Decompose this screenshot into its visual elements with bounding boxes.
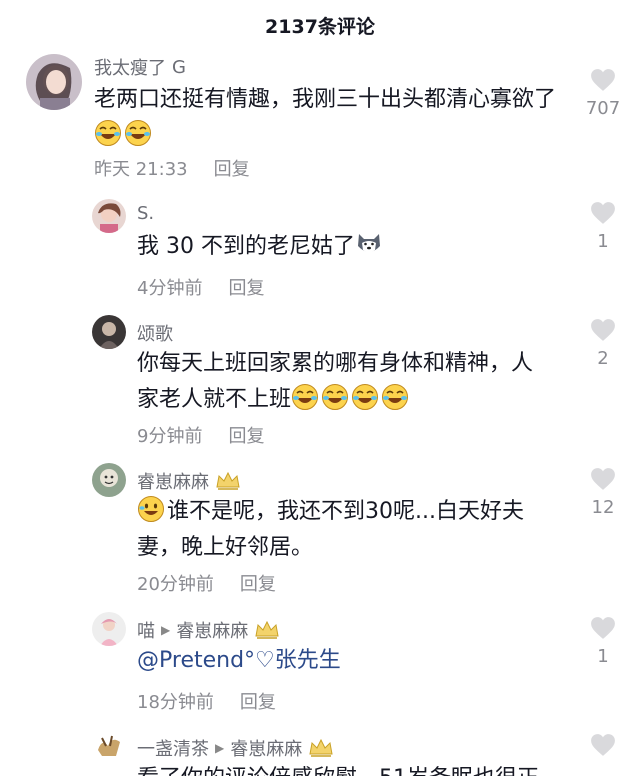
comment-author[interactable]: 睿崽麻麻	[137, 468, 241, 494]
like-button[interactable]: 2	[581, 318, 625, 369]
like-count: 1	[597, 646, 609, 667]
reply-button[interactable]: 回复	[214, 159, 250, 180]
reply-arrow-icon: ▶	[161, 623, 171, 637]
comment-text: 我 30 不到的老尼姑了	[137, 229, 557, 265]
comment-text: 你每天上班回家累的哪有身体和精神，人 家老人就不上班	[137, 351, 534, 412]
laugh-emoji-icon	[94, 119, 122, 147]
heart-icon[interactable]	[590, 616, 616, 640]
comment-meta: 9分钟前 回复	[137, 422, 264, 448]
crown-badge-icon	[308, 738, 334, 758]
like-count: 707	[585, 98, 621, 119]
comment-author[interactable]: S.	[137, 203, 154, 224]
comment-meta: 18分钟前 回复	[137, 688, 276, 714]
like-count: 2	[597, 348, 609, 369]
reply-arrow-icon: ▶	[215, 741, 225, 755]
laugh-emoji-icon	[321, 383, 349, 411]
laugh-emoji-icon	[381, 383, 409, 411]
like-button[interactable]: 1	[581, 616, 625, 667]
heart-icon[interactable]	[590, 201, 616, 225]
comment-author[interactable]: 一盏清茶 ▶ 睿崽麻麻	[137, 735, 334, 761]
like-count: 12	[591, 497, 615, 518]
author-tag: G	[172, 56, 186, 78]
reply-button[interactable]: 回复	[228, 426, 264, 447]
laugh-emoji-icon	[124, 119, 152, 147]
author-name[interactable]: S.	[137, 203, 154, 224]
author-name[interactable]: 喵	[137, 617, 155, 643]
reply-button[interactable]: 回复	[228, 278, 264, 299]
comment-meta: 20分钟前 回复	[137, 570, 276, 596]
comment-text: 谁不是呢，我还不到30呢...白天好夫 妻，晚上好邻居。	[137, 494, 577, 566]
heart-icon[interactable]	[590, 318, 616, 342]
comment-author[interactable]: 颂歌	[137, 320, 173, 346]
reply-button[interactable]: 回复	[240, 574, 276, 595]
avatar[interactable]	[92, 315, 126, 349]
laugh-emoji-icon	[291, 383, 319, 411]
comment-count-title: 2137条评论	[265, 15, 375, 38]
comment-author[interactable]: 喵 ▶ 睿崽麻麻	[137, 617, 280, 643]
avatar[interactable]	[92, 612, 126, 646]
reply-to-name[interactable]: 睿崽麻麻	[230, 735, 302, 761]
comment-text: @Pretend°♡张先生	[137, 643, 557, 679]
comment-meta: 4分钟前 回复	[137, 274, 264, 300]
like-button[interactable]: 1	[581, 201, 625, 252]
like-button[interactable]: 707	[581, 68, 625, 119]
mention-link[interactable]: @Pretend°♡张先生	[137, 648, 341, 673]
author-name[interactable]: 一盏清茶	[137, 735, 209, 761]
comment-time: 昨天 21:33	[94, 159, 188, 180]
reply-button[interactable]: 回复	[240, 692, 276, 713]
heart-icon[interactable]	[590, 467, 616, 491]
heart-icon[interactable]	[590, 733, 616, 757]
comment-text: 看了你的评论倍感欣慰，51岁备眠也很正	[137, 761, 577, 776]
crown-badge-icon	[215, 471, 241, 491]
heart-icon[interactable]	[590, 68, 616, 92]
avatar[interactable]	[92, 199, 126, 233]
husky-emoji-icon	[355, 230, 383, 258]
laugh-emoji-icon	[351, 383, 379, 411]
comment-author[interactable]: 我太瘦了 G	[94, 54, 186, 80]
comment-time: 9分钟前	[137, 426, 203, 447]
avatar[interactable]	[26, 54, 82, 110]
like-count: 1	[597, 231, 609, 252]
avatar[interactable]	[92, 730, 126, 764]
like-button[interactable]: 12	[581, 467, 625, 518]
comment-meta: 昨天 21:33 回复	[94, 155, 250, 181]
author-name[interactable]: 我太瘦了	[94, 54, 166, 80]
reply-to-name[interactable]: 睿崽麻麻	[176, 617, 248, 643]
author-name[interactable]: 睿崽麻麻	[137, 468, 209, 494]
grin-emoji-icon	[137, 495, 165, 523]
crown-badge-icon	[254, 620, 280, 640]
comment-time: 4分钟前	[137, 278, 203, 299]
comment-text: 老两口还挺有情趣，我刚三十出头都清心寡欲了	[94, 82, 564, 154]
avatar[interactable]	[92, 463, 126, 497]
comment-time: 20分钟前	[137, 574, 214, 595]
author-name[interactable]: 颂歌	[137, 320, 173, 346]
like-button[interactable]	[581, 733, 625, 757]
comment-time: 18分钟前	[137, 692, 214, 713]
